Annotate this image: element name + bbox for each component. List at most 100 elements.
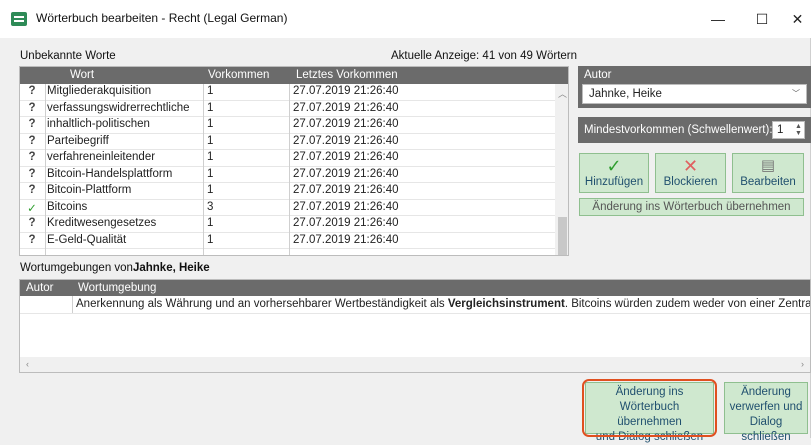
- apply-and-close-button[interactable]: Änderung ins Wörterbuch übernehmen und D…: [585, 382, 714, 443]
- column-divider: [45, 84, 46, 255]
- apply-to-dictionary-button[interactable]: Änderung ins Wörterbuch übernehmen: [579, 198, 804, 216]
- count-cell: 1: [207, 151, 214, 163]
- last-occurrence-cell: 27.07.2019 21:26:40: [293, 200, 399, 213]
- word-context-label: Wortumgebungen vonJahnke, Heike: [20, 262, 210, 274]
- min-occurrences-label: Mindestvorkommen (Schwellenwert):: [584, 124, 773, 136]
- author-panel: Autor Jahnke, Heike ﹀: [578, 66, 811, 108]
- table-row[interactable]: ? Bitcoin-Handelsplattform 1 27.07.2019 21:…: [20, 167, 555, 183]
- word-cell: Bitcoin-Plattform: [47, 184, 132, 196]
- table-row[interactable]: ? E-Geld-Qualität 1 27.07.2019 21:26:40: [20, 233, 555, 249]
- context-text: Anerkennung als Währung und an vorherseh…: [76, 298, 811, 310]
- column-header-count[interactable]: Vorkommen: [208, 69, 269, 81]
- context-label-prefix: Wortumgebungen von: [20, 262, 133, 274]
- count-cell: 1: [207, 101, 214, 114]
- table-row[interactable]: ? Parteibegriff 1 27.07.2019 21:26:40: [20, 134, 555, 150]
- chevron-down-icon[interactable]: ▼: [794, 130, 803, 137]
- close-button[interactable]: ✕: [784, 6, 811, 32]
- apply-close-line: Wörterbuch übernehmen: [617, 401, 682, 428]
- apply-close-line: Änderung ins: [615, 386, 684, 398]
- word-cell: Kreditwesengesetzes: [47, 217, 157, 229]
- app-icon: [11, 12, 27, 26]
- table-row[interactable]: ? verfahreneinleitender 1 27.07.2019 21:26:…: [20, 150, 555, 167]
- column-header-last[interactable]: Letztes Vorkommen: [296, 69, 398, 81]
- last-occurrence-cell: 27.07.2019 21:26:40: [293, 118, 399, 130]
- count-cell: 1: [207, 118, 214, 130]
- count-cell: 1: [207, 184, 214, 196]
- column-divider: [289, 84, 290, 255]
- block-button-label: Blockieren: [663, 176, 718, 188]
- last-occurrence-cell: 27.07.2019 21:26:40: [293, 85, 399, 97]
- grid-header: Wort Vorkommen Letztes Vorkommen: [20, 67, 568, 84]
- context-text-highlight: Vergleichsinstrument: [447, 298, 565, 310]
- table-row[interactable]: ? Kreditwesengesetzes 1 27.07.2019 21:26:40: [20, 216, 555, 233]
- scroll-right-icon[interactable]: ›: [801, 359, 804, 369]
- status-icon: ?: [28, 151, 36, 163]
- column-divider: [72, 296, 73, 313]
- status-icon: ✓: [27, 202, 37, 215]
- word-cell: verfahreneinleitender: [47, 151, 156, 163]
- edit-button[interactable]: ▤ Bearbeiten: [732, 153, 804, 193]
- horizontal-scrollbar[interactable]: ‹ ›: [20, 357, 810, 372]
- table-row[interactable]: ? Bitcoin-Plattform 1 27.07.2019 21:26:40: [20, 183, 555, 200]
- context-grid-header: Autor Wortumgebung: [20, 280, 810, 296]
- column-header-context[interactable]: Wortumgebung: [78, 282, 156, 294]
- discard-close-line: Änderung: [741, 386, 791, 398]
- status-icon: ?: [28, 217, 36, 229]
- table-row[interactable]: ? Mitgliederakquisition 1 27.07.2019 21:26:…: [20, 84, 555, 101]
- count-cell: 1: [207, 217, 214, 229]
- checkmark-icon: ✓: [606, 156, 622, 176]
- last-occurrence-cell: 27.07.2019 21:26:40: [293, 101, 399, 114]
- status-icon: ?: [28, 85, 36, 97]
- column-header-word[interactable]: Wort: [70, 69, 94, 81]
- status-icon: ?: [28, 184, 36, 196]
- discard-and-close-button[interactable]: Änderung verwerfen und Dialog schließen: [724, 382, 808, 443]
- status-icon: ?: [28, 101, 36, 114]
- minimize-button[interactable]: —: [696, 6, 740, 32]
- last-occurrence-cell: 27.07.2019 21:26:40: [293, 167, 399, 180]
- context-label-author: Jahnke, Heike: [132, 262, 210, 274]
- dialog-window: Wörterbuch bearbeiten - Recht (Legal Ger…: [0, 0, 811, 443]
- chevron-up-icon[interactable]: ▲: [794, 123, 803, 130]
- context-text-after: . Bitcoins würden zudem weder von einer …: [564, 298, 811, 310]
- word-cell: Bitcoin-Handelsplattform: [47, 167, 173, 180]
- author-select[interactable]: Jahnke, Heike ﹀: [582, 84, 807, 104]
- context-text-before: Anerkennung als Währung und an vorherseh…: [76, 298, 448, 310]
- column-divider: [203, 84, 204, 255]
- title-bar: Wörterbuch bearbeiten - Recht (Legal Ger…: [0, 0, 811, 38]
- word-cell: Bitcoins: [47, 200, 88, 213]
- min-occurrences-stepper[interactable]: 1 ▲ ▼: [772, 121, 805, 139]
- author-selected-value: Jahnke, Heike: [589, 88, 662, 100]
- display-count-label: Aktuelle Anzeige: 41 von 49 Wörtern: [391, 50, 578, 62]
- apply-button-label: Änderung ins Wörterbuch übernehmen: [592, 201, 791, 213]
- table-row[interactable]: ✓ Bitcoins 3 27.07.2019 21:26:40: [20, 200, 555, 216]
- scroll-thumb[interactable]: [558, 217, 567, 255]
- last-occurrence-cell: 27.07.2019 21:26:40: [293, 134, 399, 147]
- table-row[interactable]: ? inhaltlich-politischen 1 27.07.2019 21:26…: [20, 117, 555, 134]
- unknown-words-label: Unbekannte Worte: [20, 50, 116, 62]
- status-icon: ?: [28, 118, 36, 130]
- status-icon: ?: [28, 167, 36, 180]
- count-cell: 1: [207, 167, 214, 180]
- word-cell: inhaltlich-politischen: [47, 118, 150, 130]
- add-button[interactable]: ✓ Hinzufügen: [579, 153, 649, 193]
- block-button[interactable]: ✕ Blockieren: [655, 153, 726, 193]
- table-row[interactable]: ? verfassungswidrerrechtliche 1 27.07.2019 …: [20, 101, 555, 117]
- count-cell: 1: [207, 85, 214, 97]
- maximize-button[interactable]: ☐: [740, 6, 784, 32]
- discard-close-line: verwerfen und: [729, 401, 803, 413]
- last-occurrence-cell: 27.07.2019 21:26:40: [293, 184, 399, 196]
- count-cell: 1: [207, 134, 214, 147]
- unknown-words-grid[interactable]: Wort Vorkommen Letztes Vorkommen ? Mitgli…: [19, 66, 569, 256]
- count-cell: 1: [207, 233, 214, 246]
- word-context-grid[interactable]: Autor Wortumgebung Anerkennung als Währu…: [19, 279, 811, 373]
- status-icon: ?: [28, 233, 36, 246]
- chevron-down-icon[interactable]: ﹀: [792, 88, 800, 99]
- word-cell: E-Geld-Qualität: [47, 233, 127, 246]
- edit-button-label: Bearbeiten: [740, 176, 796, 188]
- vertical-scrollbar[interactable]: ︿: [555, 84, 568, 255]
- last-occurrence-cell: 27.07.2019 21:26:40: [293, 233, 399, 246]
- column-header-author[interactable]: Autor: [26, 282, 54, 294]
- scroll-up-icon[interactable]: ︿: [558, 87, 567, 100]
- context-row[interactable]: Anerkennung als Währung und an vorherseh…: [20, 296, 810, 314]
- scroll-left-icon[interactable]: ‹: [26, 359, 29, 369]
